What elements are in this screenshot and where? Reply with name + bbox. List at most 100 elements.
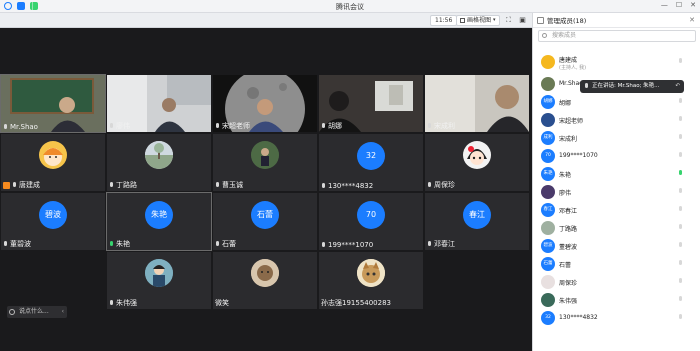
mic-icon[interactable]: [678, 314, 683, 321]
avatar: 朱艳: [145, 201, 173, 229]
member-row[interactable]: 70 199****1070: [533, 147, 700, 165]
minimize-button[interactable]: —: [661, 1, 668, 9]
video-tile[interactable]: 朱伟强: [107, 252, 211, 309]
video-tile[interactable]: 唐建成: [1, 134, 105, 191]
members-panel: 管理成员(18) ✕ 搜索成员 唐建成 (主持人, 我) Mr.Shao 胡娜 胡娜 宋超…: [532, 13, 700, 351]
fullscreen-icon[interactable]: ⛶: [504, 16, 513, 25]
participant-name: Mr.Shao: [10, 123, 38, 131]
view-mode-button[interactable]: 画格视图 ▾: [456, 15, 500, 26]
window-title: 腾讯会议: [336, 3, 364, 11]
member-row[interactable]: 廖伟: [533, 183, 700, 201]
member-name: 宋超老师: [559, 118, 584, 125]
mic-icon[interactable]: [678, 58, 683, 65]
participant-name: 唐建成: [19, 181, 40, 189]
member-row[interactable]: 周保珍: [533, 273, 700, 291]
video-tile[interactable]: 胡娜: [319, 75, 423, 132]
participant-name: 邓春江: [434, 240, 455, 248]
member-row[interactable]: 胡娜 胡娜: [533, 93, 700, 111]
member-avatar: 石蕾: [541, 257, 555, 271]
video-tile[interactable]: 曹玉诚: [213, 134, 317, 191]
mic-icon[interactable]: [678, 278, 683, 285]
avatar: 32: [357, 142, 385, 170]
float-window-icon[interactable]: ▣: [518, 16, 527, 25]
undo-icon[interactable]: ↶: [675, 80, 680, 93]
member-avatar: [541, 185, 555, 199]
mic-icon: [215, 122, 220, 130]
video-tile[interactable]: 微笑: [213, 252, 317, 309]
member-name: 朱艳: [559, 172, 572, 179]
mic-icon[interactable]: [678, 296, 683, 303]
mic-icon: [427, 240, 432, 248]
video-tile[interactable]: 廖伟: [107, 75, 211, 132]
member-name: 宋成利: [559, 136, 578, 143]
video-tile[interactable]: 丁路路: [107, 134, 211, 191]
avatar: [145, 141, 173, 169]
avatar: [463, 141, 491, 169]
close-button[interactable]: ✕: [690, 1, 696, 9]
panel-close-button[interactable]: ✕: [689, 16, 695, 24]
mic-icon[interactable]: [678, 152, 683, 159]
chevron-left-icon[interactable]: ‹: [62, 306, 64, 318]
participant-name: 朱伟强: [116, 299, 137, 307]
member-row[interactable]: 朱伟强: [533, 291, 700, 309]
video-tile[interactable]: 周保珍: [425, 134, 529, 191]
video-tile[interactable]: 70 199****1070: [319, 193, 423, 250]
mic-icon: [3, 123, 8, 131]
video-tile[interactable]: 32 130****4832: [319, 134, 423, 191]
participant-name: 宋成利: [434, 122, 455, 130]
mic-icon[interactable]: [678, 206, 683, 213]
chat-input[interactable]: 说点什么... ‹: [7, 306, 67, 318]
video-tile[interactable]: 碧波 董碧波: [1, 193, 105, 250]
member-row[interactable]: 成利 宋成利: [533, 129, 700, 147]
mic-icon[interactable]: [678, 98, 683, 105]
member-search-input[interactable]: 搜索成员: [538, 30, 696, 42]
mic-icon[interactable]: [678, 116, 683, 123]
video-tile[interactable]: 春江 邓春江: [425, 193, 529, 250]
member-row[interactable]: 唐建成 (主持人, 我): [533, 53, 700, 75]
mic-icon[interactable]: [678, 170, 683, 177]
mic-icon[interactable]: [678, 224, 683, 231]
mic-icon: [321, 182, 326, 190]
mic-icon: [109, 181, 114, 189]
video-tile[interactable]: 朱艳 朱艳: [106, 192, 212, 251]
member-avatar: [541, 275, 555, 289]
member-name: 130****4832: [559, 314, 598, 321]
member-row[interactable]: 32 130****4832: [533, 309, 700, 327]
member-row[interactable]: 朱艳 朱艳: [533, 165, 700, 183]
speaking-text: 正在讲话: Mr.Shao; 朱艳...: [592, 83, 660, 89]
member-row[interactable]: 石蕾 石蕾: [533, 255, 700, 273]
participant-name: 微笑: [215, 299, 229, 307]
member-name: 199****1070: [559, 152, 598, 159]
avatar: [145, 259, 173, 287]
video-tile[interactable]: Mr.Shao: [0, 74, 106, 133]
view-mode-label: 画格视图: [467, 17, 492, 24]
mic-icon[interactable]: [678, 188, 683, 195]
avatar: 70: [357, 201, 385, 229]
mic-icon[interactable]: [678, 242, 683, 249]
mic-icon[interactable]: [678, 260, 683, 267]
member-name: 朱伟强: [559, 298, 578, 305]
members-panel-header: 管理成员(18) ✕: [533, 13, 700, 28]
video-tile[interactable]: 石蕾 石蕾: [213, 193, 317, 250]
member-row[interactable]: 宋超老师: [533, 111, 700, 129]
mic-icon: [321, 122, 326, 130]
mic-icon[interactable]: [678, 134, 683, 141]
member-avatar: 70: [541, 149, 555, 163]
mic-icon: [3, 240, 8, 248]
video-tile[interactable]: 宋成利: [425, 75, 529, 132]
video-tile[interactable]: 宋超老师: [213, 75, 317, 132]
chat-icon: [9, 309, 15, 315]
member-row[interactable]: 碧波 董碧波: [533, 237, 700, 255]
member-avatar: 胡娜: [541, 95, 555, 109]
maximize-button[interactable]: ☐: [676, 1, 682, 9]
member-avatar: [541, 221, 555, 235]
window-controls: — ☐ ✕: [661, 1, 696, 9]
member-row[interactable]: 丁路路: [533, 219, 700, 237]
panel-toggle-icon[interactable]: [537, 16, 544, 24]
member-avatar: 32: [541, 311, 555, 325]
participant-name: 廖伟: [116, 122, 130, 130]
member-name: 胡娜: [559, 100, 572, 107]
video-tile[interactable]: 孙志强19155400283: [319, 252, 423, 309]
member-row[interactable]: 春江 邓春江: [533, 201, 700, 219]
meeting-time: 11:56: [430, 15, 458, 26]
